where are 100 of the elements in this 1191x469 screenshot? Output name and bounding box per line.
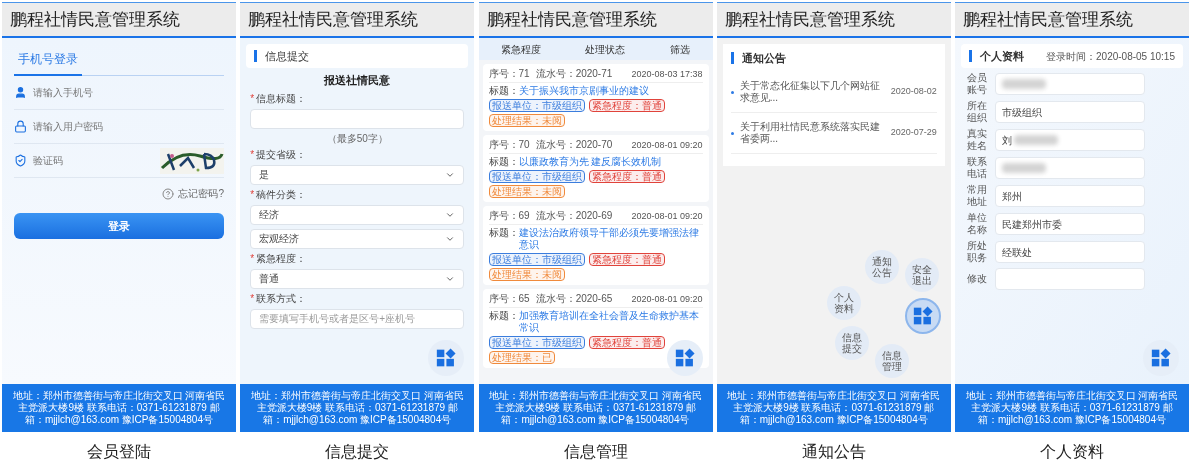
screen-caption: 会员登陆 bbox=[87, 442, 151, 462]
help-icon bbox=[162, 187, 175, 200]
select-field[interactable]: 普通 bbox=[250, 268, 465, 289]
form-heading: 报送社情民意 bbox=[324, 73, 391, 88]
field-value: 市级组织 bbox=[1002, 105, 1042, 120]
record-card[interactable]: 序号：69 流水号：2020-69 2020-08-01 09:20 标题：建设法治政府领导干部必须先要增强法律意识 报送单位：市级组织 紧急程度：普通 处理结果：未阅 bbox=[482, 206, 709, 285]
status-tag: 紧急程度：普通 bbox=[588, 336, 665, 349]
login-button[interactable]: 登录 bbox=[14, 213, 224, 239]
blurred-block bbox=[1002, 79, 1046, 89]
text-input[interactable]: 请输入用户密码 bbox=[33, 119, 224, 134]
shield-check-icon bbox=[14, 154, 27, 167]
section-title: 信息提交 bbox=[265, 48, 310, 64]
app-title: 鹏程社情民意管理系统 bbox=[248, 8, 419, 31]
profile-field[interactable]: 郑州 bbox=[995, 185, 1145, 207]
record-card[interactable]: 序号：65 流水号：2020-65 2020-08-01 09:20 标题：加强教育培训在全社会普及生命救护基本常识 报送单位：市级组织 紧急程度：普通 处理结果：已 bbox=[482, 289, 709, 368]
record-card[interactable]: 序号：70 流水号：2020-70 2020-08-01 09:20 标题：以廉政教育为先 建反腐长效机制 报送单位：市级组织 紧急程度：普通 处理结果：未阅 bbox=[482, 135, 709, 202]
text-input[interactable] bbox=[250, 108, 465, 129]
filter-button[interactable]: 筛选 bbox=[670, 41, 691, 57]
screen-caption: 信息管理 bbox=[563, 442, 628, 462]
grid-icon bbox=[912, 306, 933, 326]
bullet-icon bbox=[730, 90, 734, 94]
profile-field[interactable] bbox=[995, 73, 1145, 95]
title-label: 标题： bbox=[488, 156, 519, 168]
record-date: 2020-08-03 17:38 bbox=[631, 68, 703, 80]
status-tag: 处理结果：未阅 bbox=[488, 114, 565, 127]
field-value: 郑州 bbox=[1002, 189, 1022, 204]
field-value: 经联处 bbox=[1002, 245, 1032, 260]
text-input[interactable]: 验证码 bbox=[33, 153, 154, 168]
record-title-link[interactable]: 建设法治政府领导干部必须先要增强法律意识 bbox=[518, 227, 703, 251]
record-date: 2020-08-01 09:20 bbox=[631, 139, 703, 151]
field-label: 会员账号 bbox=[967, 72, 987, 96]
grid-icon bbox=[674, 348, 695, 368]
record-number: 序号：71 bbox=[488, 68, 530, 80]
accent-bar bbox=[254, 50, 258, 62]
field-hint: （最多50字） bbox=[326, 132, 388, 145]
section-title: 个人资料 bbox=[980, 48, 1024, 64]
blurred-block bbox=[1014, 135, 1058, 145]
field-label: 真实姓名 bbox=[967, 128, 987, 152]
title-label: 标题： bbox=[488, 310, 519, 323]
bullet-icon bbox=[730, 131, 734, 135]
section-title: 通知公告 bbox=[741, 50, 786, 66]
status-tag: 紧急程度：普通 bbox=[588, 99, 665, 112]
field-label: 常用地址 bbox=[967, 184, 987, 208]
footer-text: 地址：郑州市德善街与帝庄北街交叉口 河南省民主党派大楼9楼 联系电话：0371-61231879 邮箱：mjjlch@163.com 豫ICP备15004804号 bbox=[488, 390, 703, 426]
footer-text: 地址：郑州市德善街与帝庄北街交叉口 河南省民主党派大楼9楼 联系电话：0371-61231879 邮箱：mjjlch@163.com 豫ICP备15004804号 bbox=[249, 390, 465, 426]
field-label: 联系方式： bbox=[256, 292, 307, 305]
text-input[interactable]: 请输入手机号 bbox=[33, 85, 224, 100]
title-label: 标题： bbox=[488, 227, 519, 240]
screen-caption: 信息提交 bbox=[325, 442, 390, 462]
record-number: 序号：69 bbox=[488, 210, 530, 222]
profile-field[interactable]: 刘 bbox=[995, 129, 1145, 151]
footer-text: 地址：郑州市德善街与帝庄北街交叉口 河南省民主党派大楼9楼 联系电话：0371-61231879 邮箱：mjjlch@163.com 豫ICP备15004804号 bbox=[964, 390, 1180, 426]
status-tag: 处理结果：未阅 bbox=[488, 268, 565, 281]
record-number: 序号：65 bbox=[488, 293, 530, 305]
record-date: 2020-08-01 09:20 bbox=[631, 210, 703, 222]
select-field[interactable]: 是 bbox=[250, 164, 465, 185]
select-field[interactable]: 宏观经济 bbox=[250, 228, 465, 249]
field-value: 刘 bbox=[1002, 133, 1012, 148]
user-icon bbox=[14, 86, 27, 99]
captcha-drawing bbox=[160, 147, 224, 174]
app-title: 鹏程社情民意管理系统 bbox=[724, 8, 895, 31]
accent-bar bbox=[730, 52, 734, 64]
login-tab[interactable]: 手机号登录 bbox=[14, 50, 82, 76]
record-card[interactable]: 序号：71 流水号：2020-71 2020-08-03 17:38 标题：关于振兴我市京剧事业的建议 报送单位：市级组织 紧急程度：普通 处理结果：未阅 bbox=[482, 64, 709, 131]
notice-link[interactable]: 关于利用社情民意系统落实民建省委两... bbox=[739, 121, 885, 145]
required-mark: * bbox=[250, 92, 255, 105]
profile-field[interactable]: 市级组织 bbox=[995, 101, 1145, 123]
profile-field[interactable] bbox=[995, 268, 1145, 290]
field-label: 所处职务 bbox=[967, 240, 987, 264]
required-mark: * bbox=[250, 252, 255, 265]
record-number: 序号：70 bbox=[488, 139, 530, 151]
record-title-link[interactable]: 加强教育培训在全社会普及生命救护基本常识 bbox=[518, 310, 703, 334]
profile-field[interactable]: 民建郑州市委 bbox=[995, 213, 1145, 235]
forgot-password-link[interactable]: 忘记密码? bbox=[178, 186, 224, 201]
accent-bar bbox=[969, 50, 972, 62]
field-label: 稿件分类： bbox=[256, 188, 307, 201]
screen-caption: 个人资料 bbox=[1040, 442, 1104, 462]
field-label: 修改 bbox=[967, 273, 987, 285]
filter-button[interactable]: 紧急程度 bbox=[500, 41, 541, 57]
text-input[interactable]: 需要填写手机号或者是区号+座机号 bbox=[250, 308, 465, 329]
filter-button[interactable]: 处理状态 bbox=[585, 41, 626, 57]
profile-field[interactable] bbox=[995, 157, 1145, 179]
record-title-link[interactable]: 以廉政教育为先 建反腐长效机制 bbox=[518, 156, 703, 168]
record-date: 2020-08-01 09:20 bbox=[631, 293, 703, 305]
record-title-link[interactable]: 关于振兴我市京剧事业的建议 bbox=[518, 85, 703, 97]
app-title: 鹏程社情民意管理系统 bbox=[486, 8, 657, 31]
app-title: 鹏程社情民意管理系统 bbox=[10, 8, 180, 31]
grid-icon bbox=[1151, 348, 1171, 368]
title-label: 标题： bbox=[488, 85, 519, 97]
login-time: 登录时间：2020-08-05 10:15 bbox=[1046, 49, 1175, 64]
select-field[interactable]: 经济 bbox=[250, 204, 465, 225]
app-title: 鹏程社情民意管理系统 bbox=[963, 8, 1133, 31]
serial-number: 流水号：2020-70 bbox=[535, 139, 613, 151]
field-label: 提交省级： bbox=[256, 148, 307, 161]
serial-number: 流水号：2020-71 bbox=[535, 68, 613, 80]
field-label: 信息标题： bbox=[256, 92, 307, 105]
notice-link[interactable]: 关于常态化征集以下几个网站征求意见... bbox=[739, 80, 885, 104]
footer-text: 地址：郑州市德善街与帝庄北街交叉口 河南省民主党派大楼9楼 联系电话：0371-61231879 邮箱：mjjlch@163.com 豫ICP备15004804号 bbox=[11, 390, 227, 426]
profile-field[interactable]: 经联处 bbox=[995, 241, 1145, 263]
field-label: 所在组织 bbox=[967, 100, 987, 124]
